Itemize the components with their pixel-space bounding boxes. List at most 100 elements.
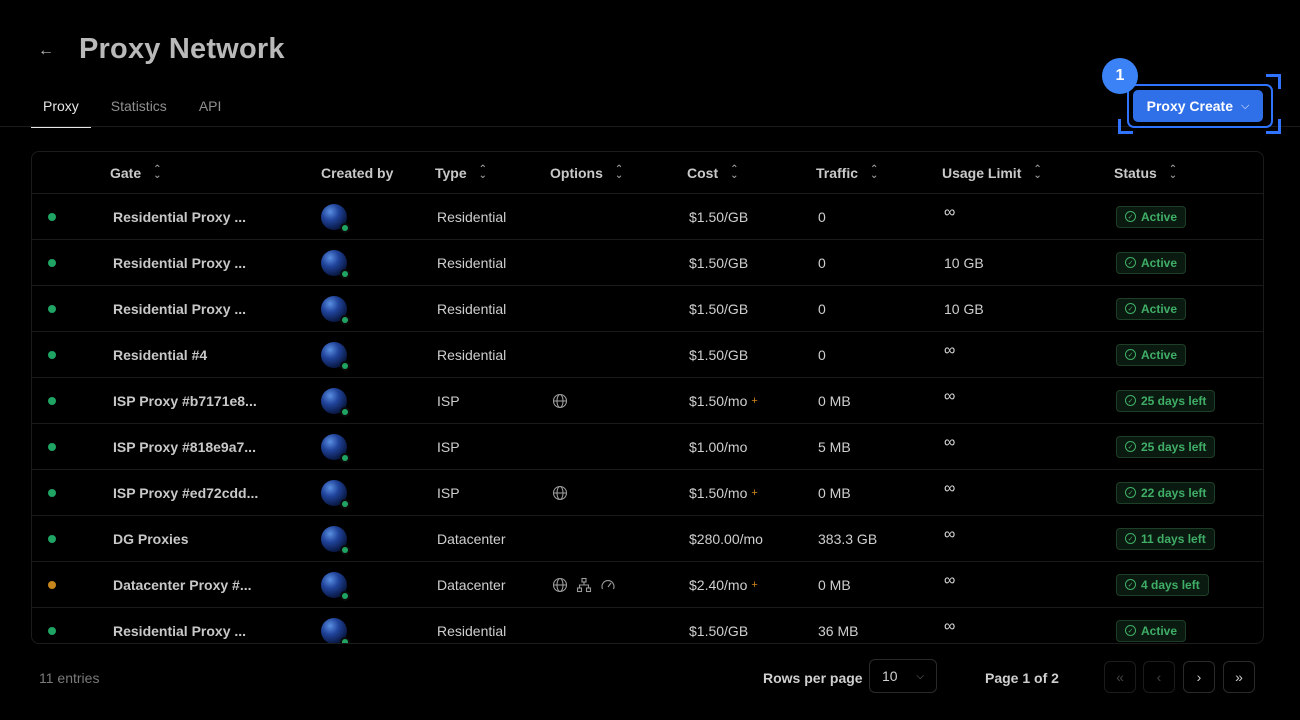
column-gate[interactable]: Gate ⌃ ⌄ <box>110 152 162 193</box>
proxy-create-label: Proxy Create <box>1146 98 1234 114</box>
network-icon <box>576 577 592 593</box>
chevron-down-icon: ⌵ <box>1241 99 1250 112</box>
cost-value: $1.50/GB <box>689 208 749 225</box>
avatar <box>321 249 350 279</box>
status-text: Active <box>1141 255 1178 270</box>
plus-icon: + <box>751 578 758 591</box>
status-badge: ✓ Active <box>1116 343 1187 366</box>
status-dot <box>48 396 56 405</box>
column-traffic-label: Traffic <box>816 164 859 181</box>
tab-divider <box>0 126 1300 127</box>
proxy-type: Residential <box>437 622 507 639</box>
table-row[interactable]: Datacenter Proxy #... Datacenter $2.40/m… <box>32 562 1263 608</box>
cost-value: $1.50/mo <box>689 392 748 409</box>
first-page-button[interactable]: « <box>1104 661 1136 693</box>
proxy-create-button[interactable]: Proxy Create ⌵ <box>1133 90 1263 122</box>
tab-bar: Proxy Statistics API <box>31 96 253 128</box>
status-badge: ✓ 25 days left <box>1116 389 1216 412</box>
status-badge: ✓ 25 days left <box>1116 435 1216 458</box>
status-dot <box>48 442 56 451</box>
prev-page-button[interactable]: ‹ <box>1143 661 1175 693</box>
status-badge: ✓ 11 days left <box>1116 527 1215 550</box>
traffic-value: 0 MB <box>818 484 851 501</box>
traffic-value: 0 <box>818 346 826 363</box>
status-dot <box>48 350 56 359</box>
tab-proxy[interactable]: Proxy <box>31 96 91 128</box>
status-dot <box>48 626 56 635</box>
column-status[interactable]: Status ⌃ ⌄ <box>1114 152 1177 193</box>
avatar <box>321 479 350 509</box>
traffic-value: 0 <box>818 300 826 317</box>
last-page-button[interactable]: » <box>1223 661 1255 693</box>
speedometer-icon <box>600 577 616 593</box>
status-text: Active <box>1141 301 1178 316</box>
proxy-type: Residential <box>437 346 507 363</box>
sort-icon: ⌃ ⌄ <box>478 163 488 181</box>
globe-icon <box>552 577 568 593</box>
status-badge: ✓ Active <box>1116 619 1187 642</box>
back-button[interactable]: ← <box>38 42 56 60</box>
check-circle-icon: ✓ <box>1125 349 1136 360</box>
column-cost-label: Cost <box>687 164 719 181</box>
tab-statistics[interactable]: Statistics <box>111 96 167 128</box>
table-row[interactable]: Residential Proxy ... Residential $1.50/… <box>32 194 1263 240</box>
next-page-button[interactable]: › <box>1183 661 1215 693</box>
usage-limit-value: 10 GB <box>944 300 984 317</box>
proxy-type: ISP <box>437 484 460 501</box>
usage-limit-value: ∞ <box>944 571 956 589</box>
traffic-value: 0 MB <box>818 392 851 409</box>
avatar <box>321 295 350 325</box>
cost-value: $1.50/GB <box>689 254 749 271</box>
check-circle-icon: ✓ <box>1125 441 1136 452</box>
avatar <box>321 617 350 643</box>
column-cost[interactable]: Cost ⌃ ⌄ <box>687 152 739 193</box>
column-status-label: Status <box>1114 164 1157 181</box>
gate-name: Residential Proxy ... <box>113 208 247 225</box>
status-dot <box>48 212 56 221</box>
check-circle-icon: ✓ <box>1125 211 1136 222</box>
sort-icon: ⌃ ⌄ <box>870 163 879 181</box>
check-circle-icon: ✓ <box>1125 579 1136 590</box>
table-row[interactable]: Residential Proxy ... Residential $1.50/… <box>32 286 1263 332</box>
column-options[interactable]: Options ⌃ ⌄ <box>550 152 623 193</box>
usage-limit-value: 10 GB <box>944 254 984 271</box>
cost-cell: $1.50/mo + <box>689 470 758 515</box>
table-row[interactable]: DG Proxies Datacenter $280.00/mo 383.3 G… <box>32 516 1263 562</box>
double-chevron-right-icon: » <box>1235 669 1243 685</box>
options-icons <box>552 470 576 515</box>
plus-icon: + <box>751 394 758 407</box>
usage-limit-value: ∞ <box>944 203 956 221</box>
gate-name: ISP Proxy #ed72cdd... <box>113 484 259 501</box>
table-row[interactable]: Residential Proxy ... Residential $1.50/… <box>32 608 1263 643</box>
cost-cell: $1.50/GB <box>689 194 748 239</box>
table-row[interactable]: Residential Proxy ... Residential $1.50/… <box>32 240 1263 286</box>
avatar <box>321 341 350 371</box>
step-badge: 1 <box>1102 58 1138 94</box>
globe-icon <box>552 485 568 501</box>
traffic-value: 383.3 GB <box>818 530 878 547</box>
avatar <box>321 387 350 417</box>
column-type-label: Type <box>435 164 467 181</box>
sort-icon: ⌃ ⌄ <box>153 163 162 181</box>
sort-icon: ⌃ ⌄ <box>1033 163 1042 181</box>
status-badge: ✓ 4 days left <box>1116 573 1209 596</box>
column-traffic[interactable]: Traffic ⌃ ⌄ <box>816 152 878 193</box>
table-row[interactable]: ISP Proxy #b7171e8... ISP $1.50/mo + 0 MB… <box>32 378 1263 424</box>
column-options-label: Options <box>550 164 603 181</box>
column-created-by-label: Created by <box>321 164 394 181</box>
table-row[interactable]: Residential #4 Residential $1.50/GB 0 ∞ … <box>32 332 1263 378</box>
tab-api[interactable]: API <box>199 96 222 128</box>
column-usage-limit-label: Usage Limit <box>942 164 1022 181</box>
rows-per-page-select[interactable]: 10 ⌵ <box>869 659 937 693</box>
column-usage-limit[interactable]: Usage Limit ⌃ ⌄ <box>942 152 1042 193</box>
status-text: 25 days left <box>1141 439 1207 454</box>
table-row[interactable]: ISP Proxy #818e9a7... ISP $1.00/mo 5 MB … <box>32 424 1263 470</box>
usage-limit-value: ∞ <box>944 387 956 405</box>
usage-limit-value: ∞ <box>944 525 956 543</box>
column-type[interactable]: Type ⌃ ⌄ <box>435 152 487 193</box>
usage-limit-value: ∞ <box>944 433 956 451</box>
options-icons <box>552 562 624 607</box>
proxy-type: Residential <box>437 254 507 271</box>
status-badge: ✓ 22 days left <box>1116 481 1216 504</box>
table-row[interactable]: ISP Proxy #ed72cdd... ISP $1.50/mo + 0 MB… <box>32 470 1263 516</box>
